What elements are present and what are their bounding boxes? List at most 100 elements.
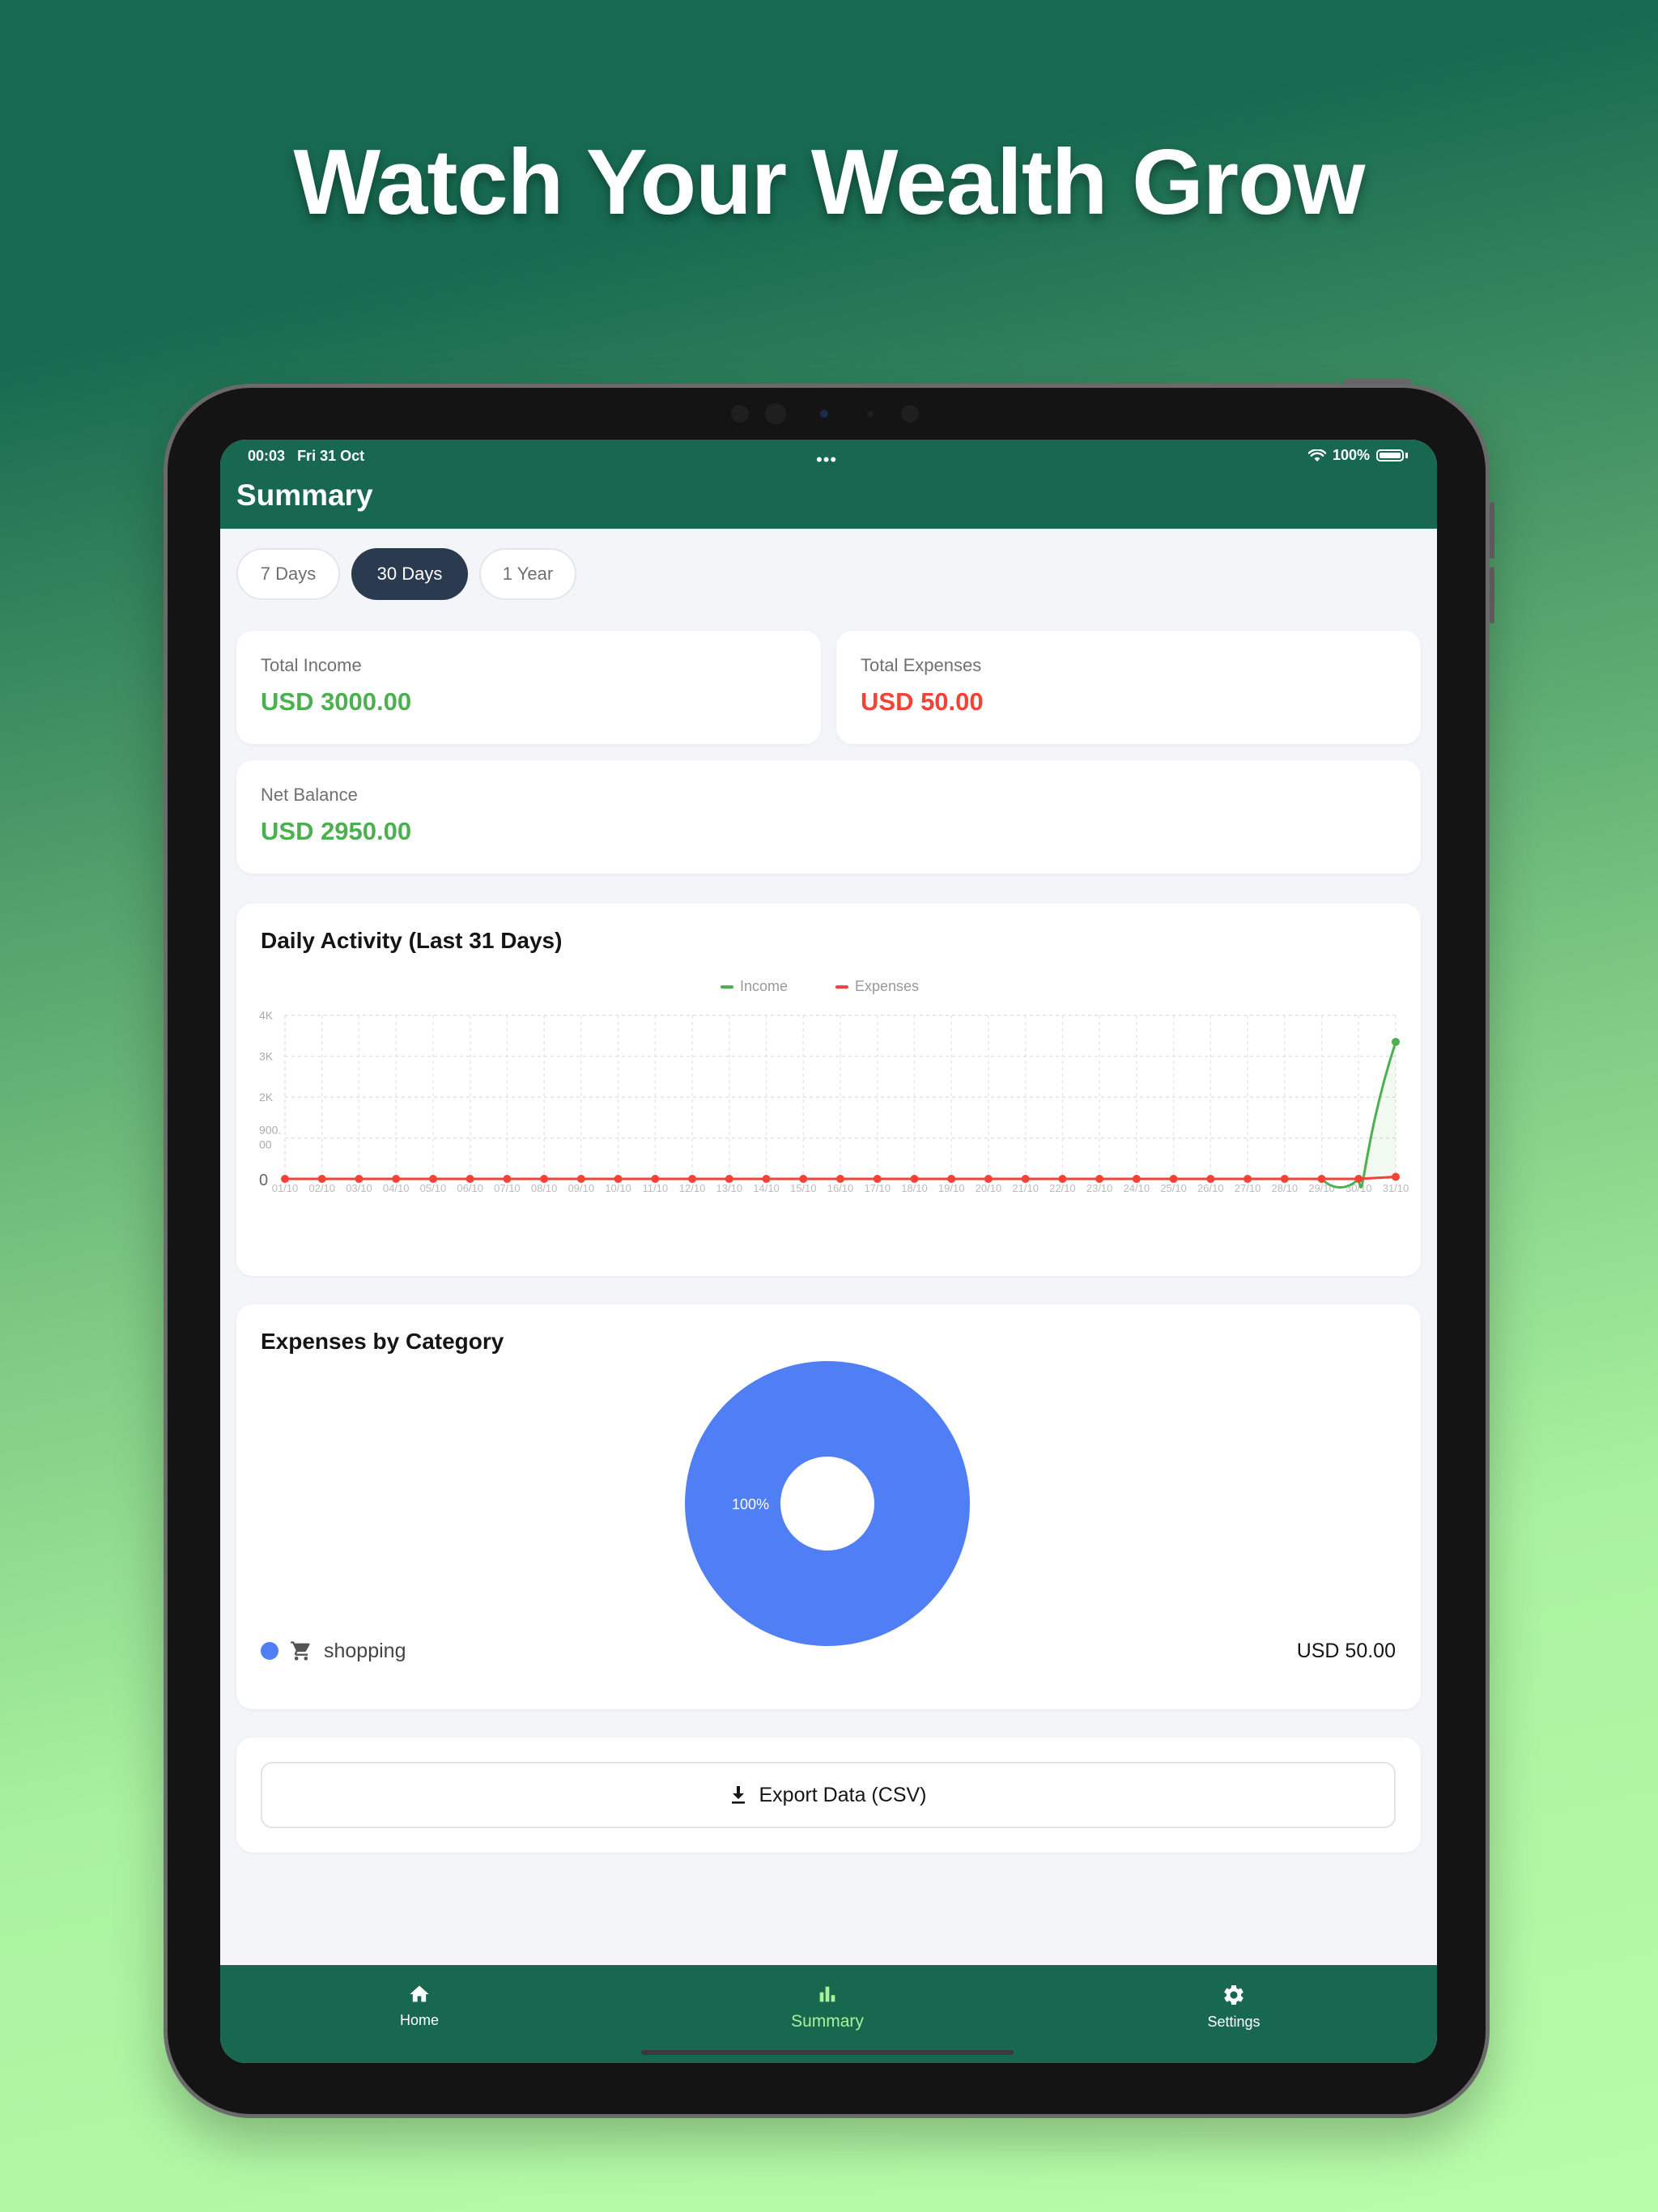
nav-home-label: Home	[399, 2012, 439, 2028]
x-tick-label: 05/10	[420, 1182, 447, 1194]
x-tick-label: 06/10	[457, 1182, 483, 1194]
expenses-point	[1280, 1175, 1289, 1183]
x-tick-label: 21/10	[1012, 1182, 1039, 1194]
total-expenses-value: USD 50.00	[861, 687, 984, 716]
x-tick-label: 04/10	[383, 1182, 410, 1194]
expenses-point	[317, 1175, 326, 1183]
expenses-point	[466, 1175, 474, 1183]
x-tick-label: 12/10	[679, 1182, 706, 1194]
daily-activity-chart: 0 900. 00 2K 3K 4K 01/10 02/10 03/10 04/10 05/10 06…	[259, 1009, 1409, 1194]
bottom-nav: Home Summary Settings	[220, 1965, 1437, 2063]
daily-activity-card: Daily Activity (Last 31 Days) Income Exp…	[236, 904, 1421, 1276]
y-tick-label: 900. 00	[259, 1124, 281, 1151]
net-balance-label: Net Balance	[261, 785, 358, 805]
export-card: Export Data (CSV)	[236, 1738, 1421, 1853]
category-amount: USD 50.00	[1296, 1639, 1396, 1662]
page-title: Summary	[236, 479, 373, 512]
expenses-point	[910, 1175, 919, 1183]
app-header: 00:03 Fri 31 Oct ••• 100% Summary	[220, 440, 1437, 529]
nav-settings[interactable]: Settings	[1153, 1983, 1315, 2031]
device-volume-down	[1490, 567, 1494, 623]
battery-percent: 100%	[1332, 447, 1370, 463]
camera-bar	[731, 398, 925, 426]
expenses-point	[1021, 1175, 1030, 1183]
nav-home[interactable]: Home	[338, 1983, 500, 2029]
battery-icon	[1376, 449, 1404, 462]
export-csv-button[interactable]: Export Data (CSV)	[261, 1762, 1396, 1828]
x-tick-label: 16/10	[827, 1182, 854, 1194]
x-tick-label: 18/10	[901, 1182, 928, 1194]
expenses-point	[540, 1175, 549, 1183]
net-balance-value: USD 2950.00	[261, 817, 412, 845]
expenses-point	[1132, 1175, 1141, 1183]
total-expenses-label: Total Expenses	[861, 655, 982, 675]
total-expenses-card: Total Expenses USD 50.00	[836, 631, 1421, 744]
x-tick-label: 24/10	[1124, 1182, 1150, 1194]
home-indicator	[641, 2050, 1014, 2055]
expenses-point	[873, 1175, 882, 1183]
y-tick-label: 2K	[259, 1091, 274, 1104]
category-color-dot	[261, 1642, 278, 1660]
x-tick-label: 25/10	[1160, 1182, 1187, 1194]
expenses-point	[762, 1175, 771, 1183]
donut-slice-shopping[interactable]	[685, 1361, 970, 1646]
download-icon	[732, 1786, 746, 1804]
x-tick-label: 07/10	[494, 1182, 521, 1194]
wifi-icon	[1307, 449, 1326, 462]
tab-7-days[interactable]: 7 Days	[236, 548, 340, 600]
net-balance-card: Net Balance USD 2950.00	[236, 760, 1421, 874]
expenses-point	[1095, 1175, 1104, 1183]
total-income-value: USD 3000.00	[261, 687, 412, 716]
x-tick-label: 20/10	[976, 1182, 1002, 1194]
status-time-date: 00:03 Fri 31 Oct	[248, 448, 364, 465]
expenses-point	[1058, 1175, 1067, 1183]
expenses-point	[1206, 1175, 1215, 1183]
category-legend-row[interactable]: shopping USD 50.00	[261, 1636, 1396, 1665]
x-tick-label: 23/10	[1086, 1182, 1113, 1194]
category-name: shopping	[324, 1639, 406, 1662]
x-tick-label: 02/10	[308, 1182, 335, 1194]
nav-summary-label: Summary	[791, 2012, 864, 2031]
nav-settings-label: Settings	[1207, 2014, 1261, 2030]
expenses-point	[836, 1175, 844, 1183]
device-volume-up	[1490, 502, 1494, 559]
status-time: 00:03	[248, 448, 286, 464]
total-income-label: Total Income	[261, 655, 362, 675]
x-tick-label: 17/10	[864, 1182, 891, 1194]
expenses-by-category-title: Expenses by Category	[261, 1329, 504, 1354]
home-icon	[410, 1985, 429, 2002]
category-donut-chart: 100%	[685, 1361, 970, 1646]
expenses-point	[1392, 1172, 1400, 1181]
battery-tip	[1405, 453, 1408, 458]
expenses-point	[355, 1175, 363, 1183]
expenses-point	[1244, 1175, 1252, 1183]
x-tick-label: 08/10	[531, 1182, 558, 1194]
export-csv-label: Export Data (CSV)	[759, 1783, 927, 1806]
donut-slice-label: 100%	[732, 1496, 769, 1512]
tab-1-year[interactable]: 1 Year	[479, 548, 576, 600]
app-screen: 00:03 Fri 31 Oct ••• 100% Summary 7 Days…	[220, 440, 1437, 2063]
x-tick-label: 27/10	[1235, 1182, 1261, 1194]
y-tick-label: 4K	[259, 1009, 274, 1022]
expenses-point	[984, 1175, 993, 1183]
x-tick-label: 11/10	[643, 1182, 669, 1194]
tab-30-days[interactable]: 30 Days	[351, 548, 468, 600]
x-tick-label: 31/10	[1383, 1182, 1409, 1194]
x-tick-label: 28/10	[1272, 1182, 1299, 1194]
nav-summary[interactable]: Summary	[746, 1983, 908, 2031]
multitask-dots-icon[interactable]: •••	[816, 449, 837, 470]
x-tick-label: 14/10	[753, 1182, 780, 1194]
gear-icon	[1224, 1985, 1244, 2005]
y-tick-label: 3K	[259, 1050, 274, 1063]
expenses-point	[392, 1175, 401, 1183]
headline: Watch Your Wealth Grow	[293, 131, 1366, 234]
expenses-point	[799, 1175, 808, 1183]
status-date: Fri 31 Oct	[297, 448, 365, 464]
expenses-point	[614, 1175, 623, 1183]
x-tick-label: 09/10	[568, 1182, 595, 1194]
expenses-point	[1317, 1175, 1326, 1183]
expenses-point	[1169, 1175, 1178, 1183]
x-tick-label: 15/10	[790, 1182, 817, 1194]
x-tick-label: 01/10	[272, 1182, 299, 1194]
x-tick-label: 26/10	[1197, 1182, 1224, 1194]
